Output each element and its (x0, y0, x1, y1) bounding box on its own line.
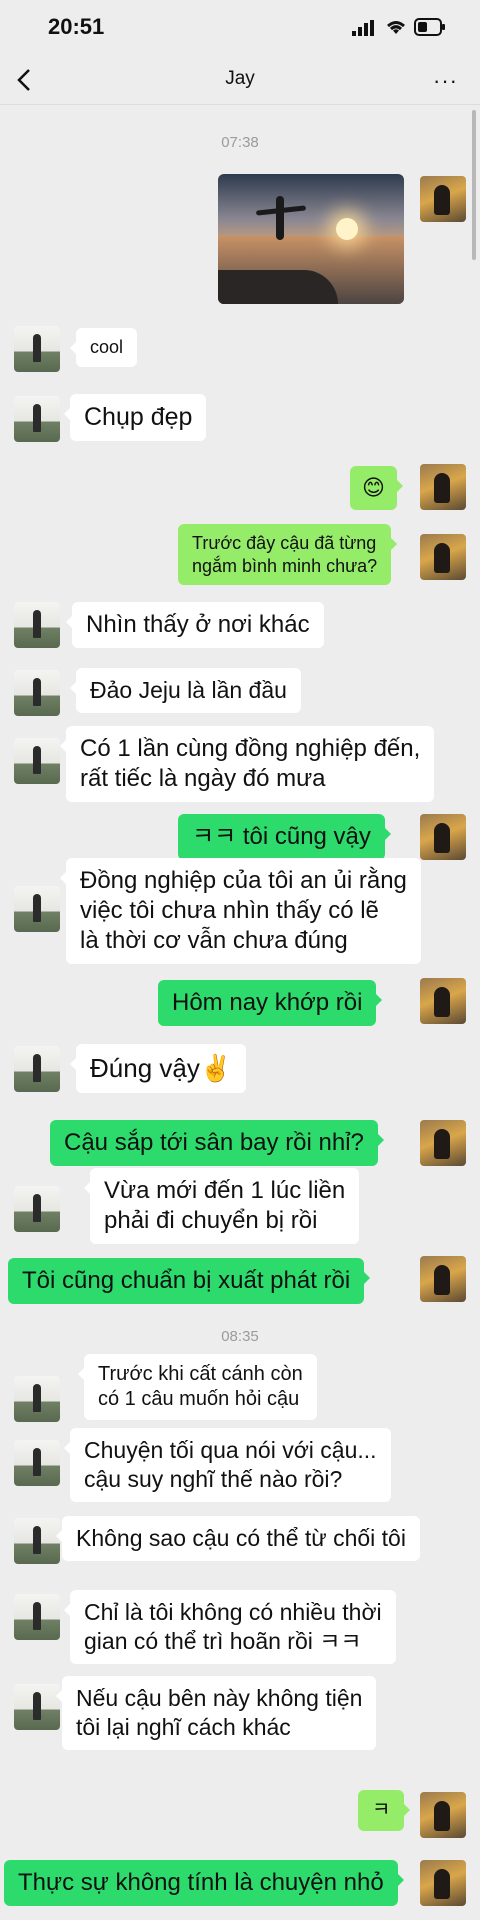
message-bubble-incoming[interactable]: Có 1 lần cùng đồng nghiệp đến, rất tiếc … (59, 726, 435, 802)
timestamp: 08:35 (221, 1328, 259, 1345)
battery-icon (414, 18, 445, 36)
avatar-me[interactable] (420, 534, 466, 580)
message-bubble-outgoing[interactable]: Thực sự không tính là chuyện nhỏ (4, 1860, 404, 1906)
photo-message[interactable] (218, 174, 404, 304)
avatar-contact[interactable] (14, 1594, 60, 1640)
avatar-contact[interactable] (14, 670, 60, 716)
message-bubble-outgoing[interactable]: ㅋㅋ tôi cũng vậy (178, 814, 391, 860)
avatar-me[interactable] (420, 1792, 466, 1838)
message-bubble-incoming[interactable]: cool (69, 328, 138, 367)
message-list[interactable]: 07:38 cool Chụp đẹp 😊 Trước đây cậu đã t… (0, 106, 480, 1920)
message-bubble-outgoing[interactable]: Hôm nay khớp rồi (158, 980, 383, 1026)
avatar-me[interactable] (420, 176, 466, 222)
message-bubble-incoming[interactable]: Đảo Jeju là lần đầu (70, 668, 301, 713)
avatar-contact[interactable] (14, 1186, 60, 1232)
avatar-contact[interactable] (14, 396, 60, 442)
avatar-contact[interactable] (14, 1046, 60, 1092)
wifi-icon (387, 21, 405, 34)
avatar-contact[interactable] (14, 1440, 60, 1486)
message-bubble-incoming[interactable]: Không sao cậu có thể từ chối tôi (56, 1516, 420, 1561)
message-bubble-outgoing[interactable]: 😊 (350, 466, 403, 510)
chat-header: Jay ··· (0, 56, 480, 105)
avatar-contact[interactable] (14, 886, 60, 932)
timestamp: 07:38 (221, 134, 259, 151)
message-bubble-incoming[interactable]: Trước khi cất cánh còn có 1 câu muốn hỏi… (78, 1354, 317, 1420)
avatar-me[interactable] (420, 1120, 466, 1166)
avatar-contact[interactable] (14, 1684, 60, 1730)
status-time: 20:51 (48, 14, 105, 39)
avatar-contact[interactable] (14, 738, 60, 784)
chat-title: Jay (225, 68, 255, 89)
avatar-me[interactable] (420, 1860, 466, 1906)
status-bar: 20:51 (0, 0, 480, 56)
message-bubble-outgoing[interactable]: Tôi cũng chuẩn bị xuất phát rồi (8, 1258, 371, 1304)
avatar-contact[interactable] (14, 326, 60, 372)
avatar-me[interactable] (420, 1256, 466, 1302)
message-bubble-incoming[interactable]: Đồng nghiệp của tôi an ủi rằng việc tôi … (60, 858, 421, 964)
avatar-me[interactable] (420, 978, 466, 1024)
message-bubble-incoming[interactable]: Nếu cậu bên này không tiện tôi lại nghĩ … (55, 1676, 377, 1750)
avatar-contact[interactable] (14, 602, 60, 648)
message-bubble-incoming[interactable]: Vừa mới đến 1 lúc liền phải đi chuyển bị… (83, 1168, 360, 1244)
avatar-contact[interactable] (14, 1376, 60, 1422)
avatar-me[interactable] (420, 464, 466, 510)
message-bubble-outgoing[interactable]: ㅋ (358, 1790, 411, 1831)
message-bubble-incoming[interactable]: Nhìn thấy ở nơi khác (66, 602, 324, 648)
message-bubble-incoming[interactable]: Chuyện tối qua nói với cậu... cậu suy ng… (64, 1428, 391, 1502)
message-bubble-incoming[interactable]: Chỉ là tôi không có nhiều thời gian có t… (64, 1590, 396, 1664)
avatar-contact[interactable] (14, 1518, 60, 1564)
signal-icon (352, 20, 374, 36)
message-bubble-outgoing[interactable]: Trước đây cậu đã từng ngắm bình minh chư… (178, 524, 398, 585)
more-icon[interactable]: ··· (433, 68, 458, 94)
avatar-me[interactable] (420, 814, 466, 860)
scrollbar[interactable] (472, 110, 476, 260)
message-bubble-outgoing[interactable]: Cậu sắp tới sân bay rồi nhỉ? (50, 1120, 384, 1166)
message-bubble-incoming[interactable]: Chụp đẹp (63, 394, 207, 442)
message-bubble-incoming[interactable]: Đúng vậy✌️ (69, 1044, 247, 1093)
